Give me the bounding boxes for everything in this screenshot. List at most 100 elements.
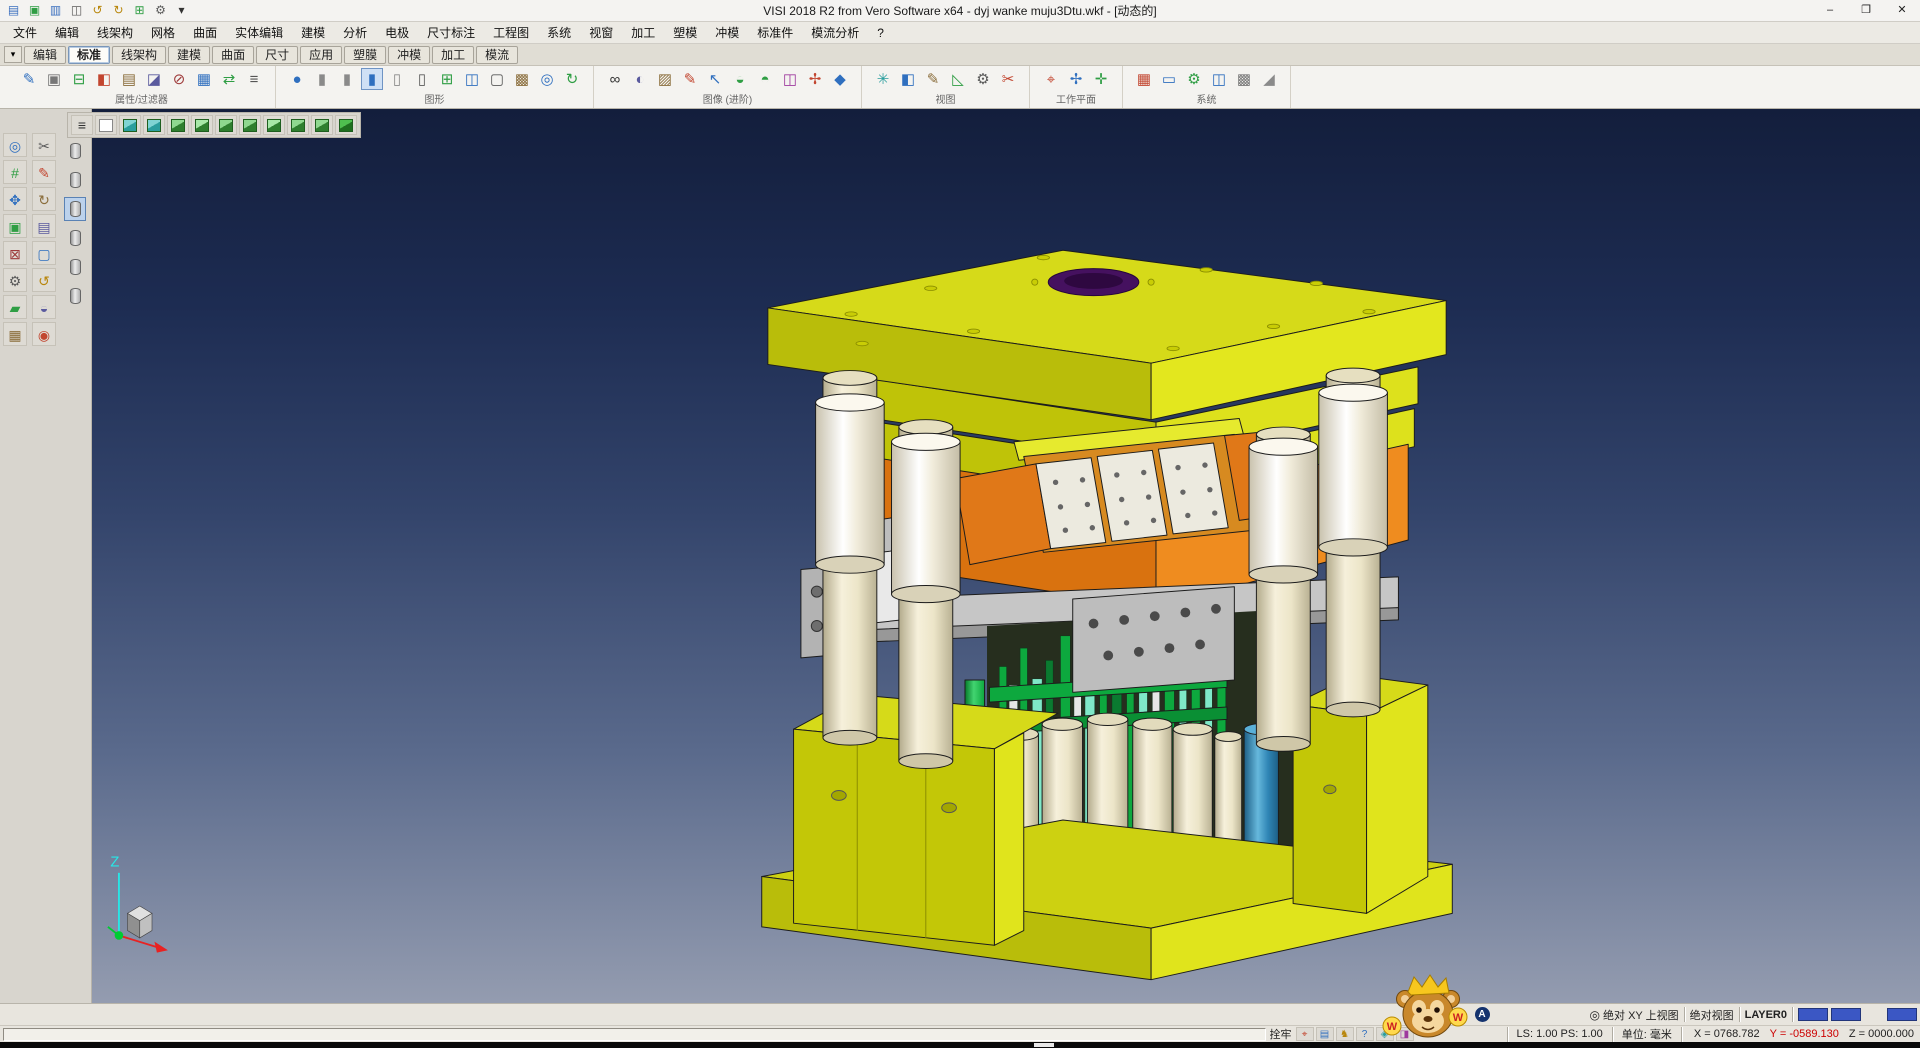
quick-open-icon[interactable]: ▣ xyxy=(25,2,44,19)
wireframe-cylinder-icon[interactable]: ▮ xyxy=(311,68,333,90)
workplane-align-icon[interactable]: ✛ xyxy=(1090,68,1112,90)
back-view-icon[interactable] xyxy=(263,115,285,135)
view-glasses-icon[interactable]: ∞ xyxy=(604,68,626,90)
snap-grid-icon[interactable]: # xyxy=(3,160,27,184)
menu-item-12[interactable]: 视窗 xyxy=(580,24,622,41)
trim-tool-icon[interactable]: ✂ xyxy=(32,133,56,157)
shade-off-icon[interactable] xyxy=(95,115,117,135)
menu-item-11[interactable]: 系统 xyxy=(538,24,580,41)
copy-tool-icon[interactable]: ▣ xyxy=(3,214,27,238)
type-filter-icon[interactable]: ◪ xyxy=(143,68,165,90)
dimetric-view-icon[interactable] xyxy=(311,115,333,135)
viewport-canvas[interactable]: Z xyxy=(92,109,1920,1003)
selection-color-swatch[interactable] xyxy=(1887,1008,1917,1021)
minimize-button[interactable]: – xyxy=(1812,0,1848,21)
layers-tool-icon[interactable]: ▤ xyxy=(32,214,56,238)
split-view-icon[interactable]: ◧ xyxy=(897,68,919,90)
front-view-icon[interactable] xyxy=(215,115,237,135)
element-filter-icon[interactable]: ⊟ xyxy=(68,68,90,90)
gradient-icon[interactable]: ◢ xyxy=(1258,68,1280,90)
tab-overflow-button[interactable]: ▾ xyxy=(4,46,22,63)
menu-item-2[interactable]: 线架构 xyxy=(88,24,142,41)
attribute-brush-icon[interactable]: ✎ xyxy=(18,68,40,90)
active-layer-label[interactable]: LAYER0 xyxy=(1745,1009,1787,1021)
layer-cylinder-5[interactable] xyxy=(64,284,86,308)
tab-4[interactable]: 曲面 xyxy=(212,46,254,64)
pen-color-swatch[interactable] xyxy=(1831,1008,1861,1021)
workplane-origin-icon[interactable]: ⌖ xyxy=(1040,68,1062,90)
bottom-view-icon[interactable] xyxy=(287,115,309,135)
refresh-view-icon[interactable]: ↻ xyxy=(561,68,583,90)
annotate-icon[interactable]: ✎ xyxy=(679,68,701,90)
checker-icon[interactable]: ▩ xyxy=(1233,68,1255,90)
solid-cylinder-icon[interactable]: ▮ xyxy=(336,68,358,90)
monitor-icon[interactable]: ▭ xyxy=(1158,68,1180,90)
ghost-cylinder-icon[interactable]: ▯ xyxy=(386,68,408,90)
quick-settings-icon[interactable]: ⚙ xyxy=(151,2,170,19)
mask-icon[interactable]: ⊘ xyxy=(168,68,190,90)
sketch-view-icon[interactable]: ✎ xyxy=(922,68,944,90)
tab-6[interactable]: 应用 xyxy=(300,46,342,64)
top-view-icon[interactable] xyxy=(191,115,213,135)
snap-settings-icon[interactable]: ⌖ xyxy=(1296,1027,1314,1041)
measure-view-icon[interactable]: ◺ xyxy=(947,68,969,90)
move-tool-icon[interactable]: ✥ xyxy=(3,187,27,211)
color-palette-icon[interactable]: ▦ xyxy=(1133,68,1155,90)
point-display-icon[interactable]: ● xyxy=(286,68,308,90)
close-button[interactable]: ✕ xyxy=(1884,0,1920,21)
tab-10[interactable]: 模流 xyxy=(476,46,518,64)
menu-item-6[interactable]: 建模 xyxy=(292,24,334,41)
layer-cylinder-1[interactable] xyxy=(64,168,86,192)
view-manager-icon[interactable]: ✳ xyxy=(872,68,894,90)
menu-item-3[interactable]: 网格 xyxy=(142,24,184,41)
layer-cylinder-2[interactable] xyxy=(64,197,86,221)
view-orientation-label[interactable]: 绝对 XY 上视图 xyxy=(1603,1007,1679,1023)
tab-3[interactable]: 建模 xyxy=(168,46,210,64)
sketch-tool-icon[interactable]: ✎ xyxy=(32,160,56,184)
tab-1[interactable]: 标准 xyxy=(68,46,110,64)
view-mode-label[interactable]: 绝对视图 xyxy=(1690,1007,1734,1023)
command-prompt-input[interactable] xyxy=(3,1028,1266,1041)
iso-view-icon[interactable] xyxy=(167,115,189,135)
dynamic-section-icon[interactable]: ◫ xyxy=(779,68,801,90)
grid-display-icon[interactable]: ⊞ xyxy=(436,68,458,90)
quick-save-icon[interactable]: ▥ xyxy=(46,2,65,19)
menu-item-18[interactable]: ? xyxy=(868,26,893,40)
texture-icon[interactable]: ▨ xyxy=(654,68,676,90)
menu-item-7[interactable]: 分析 xyxy=(334,24,376,41)
menu-item-13[interactable]: 加工 xyxy=(622,24,664,41)
side-view-icon[interactable] xyxy=(239,115,261,135)
render-quality-icon[interactable]: ▩ xyxy=(511,68,533,90)
layer-cylinder-3[interactable] xyxy=(64,226,86,250)
tab-0[interactable]: 编辑 xyxy=(24,46,66,64)
quick-more-icon[interactable]: ▾ xyxy=(172,2,191,19)
workplane-axes-icon[interactable]: ✢ xyxy=(1065,68,1087,90)
menu-item-4[interactable]: 曲面 xyxy=(184,24,226,41)
menu-item-8[interactable]: 电极 xyxy=(376,24,418,41)
pin-tool-icon[interactable]: ◉ xyxy=(32,322,56,346)
shaded-cylinder-icon[interactable]: ▮ xyxy=(361,68,383,90)
zoom-tool-icon[interactable]: ◎ xyxy=(3,133,27,157)
zoom-element-icon[interactable]: ◎ xyxy=(536,68,558,90)
mesh-tool-icon[interactable]: ▦ xyxy=(3,322,27,346)
compare-icon[interactable]: ◆ xyxy=(829,68,851,90)
zoom-cube-icon[interactable] xyxy=(119,115,141,135)
layer-cylinder-0[interactable] xyxy=(64,139,86,163)
explode-view-icon[interactable]: ✢ xyxy=(804,68,826,90)
paste-tool-icon[interactable]: ▢ xyxy=(32,241,56,265)
menu-item-15[interactable]: 冲模 xyxy=(706,24,748,41)
help-icon[interactable]: ? xyxy=(1356,1027,1374,1041)
zoom-extents-cube-icon[interactable] xyxy=(143,115,165,135)
menu-item-10[interactable]: 工程图 xyxy=(484,24,538,41)
undo-tool-icon[interactable]: ↺ xyxy=(32,268,56,292)
tab-7[interactable]: 塑膜 xyxy=(344,46,386,64)
quick-new-icon[interactable]: ▤ xyxy=(4,2,23,19)
properties-list-icon[interactable]: ≡ xyxy=(243,68,265,90)
menu-item-5[interactable]: 实体编辑 xyxy=(226,24,292,41)
tab-9[interactable]: 加工 xyxy=(432,46,474,64)
tab-2[interactable]: 线架构 xyxy=(112,46,166,64)
shaded-view-icon[interactable] xyxy=(335,115,357,135)
snap-lock-label[interactable]: 拴牢 xyxy=(1270,1026,1292,1042)
view-zoom-icon[interactable]: ◎ xyxy=(1590,1008,1600,1022)
layer-filter-icon[interactable]: ▤ xyxy=(118,68,140,90)
